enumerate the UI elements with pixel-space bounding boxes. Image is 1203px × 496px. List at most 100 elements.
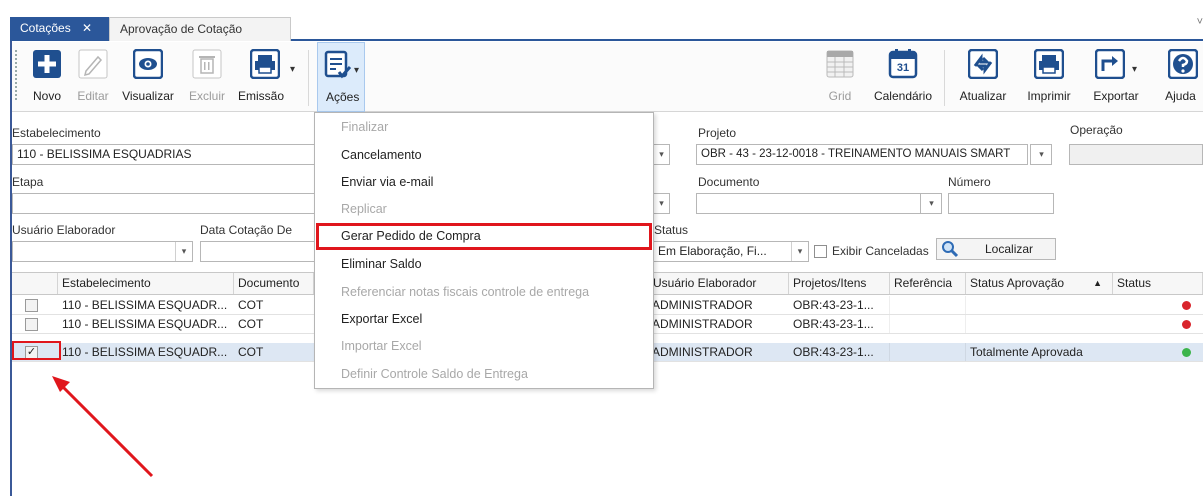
- header-referencia[interactable]: Referência: [890, 273, 966, 294]
- atualizar-button[interactable]: Atualizar: [950, 42, 1016, 112]
- close-icon[interactable]: ✕: [82, 21, 92, 35]
- localizar-button[interactable]: Localizar: [936, 238, 1056, 260]
- export-icon: [1094, 47, 1126, 81]
- usuario-elaborador-label: Usuário Elaborador: [12, 223, 116, 237]
- grid-label: Grid: [828, 89, 852, 103]
- calendario-button[interactable]: 31 Calendário: [870, 42, 936, 112]
- chevron-down-icon[interactable]: ˅: [1197, 16, 1203, 28]
- etapa-field[interactable]: [12, 193, 322, 214]
- calendario-label: Calendário: [873, 89, 933, 103]
- eye-icon: [132, 47, 164, 81]
- menu-item-importar-excel[interactable]: Importar Excel: [315, 333, 653, 360]
- projeto-dropdown[interactable]: ▾: [1030, 144, 1052, 165]
- exibir-canceladas-label: Exibir Canceladas: [832, 244, 929, 258]
- header-status[interactable]: Status: [1113, 273, 1203, 294]
- etapa-dropdown[interactable]: ▾: [652, 193, 670, 214]
- acoes-dropdown-icon: ▾: [354, 65, 360, 76]
- header-documento[interactable]: Documento: [234, 273, 314, 294]
- header-estabelecimento[interactable]: Estabelecimento: [58, 273, 234, 294]
- ajuda-label: Ajuda: [1165, 89, 1196, 103]
- menu-item-gerar-pedido-compra[interactable]: Gerar Pedido de Compra: [316, 223, 652, 250]
- header-projetos-itens[interactable]: Projetos/Itens: [789, 273, 890, 294]
- refresh-icon: [967, 47, 999, 81]
- data-cotacao-field[interactable]: [200, 241, 320, 262]
- documento-dropdown[interactable]: ▾: [920, 193, 942, 214]
- tab-cotacoes[interactable]: Cotações ✕: [10, 17, 109, 41]
- tab-bar: Cotações ✕ Aprovação de Cotação ˅: [10, 10, 1203, 41]
- menu-item-finalizar[interactable]: Finalizar: [315, 114, 653, 141]
- menu-item-cancelamento[interactable]: Cancelamento: [315, 142, 653, 169]
- novo-button[interactable]: Novo: [26, 42, 68, 112]
- estabelecimento-field[interactable]: 110 - BELISSIMA ESQUADRIAS: [12, 144, 322, 165]
- cell-documento: COT: [238, 317, 264, 331]
- imprimir-label: Imprimir: [1027, 89, 1071, 103]
- status-label: Status: [654, 223, 689, 237]
- exportar-button[interactable]: ▾ Exportar: [1082, 42, 1150, 112]
- row-checkbox[interactable]: [25, 299, 38, 312]
- cell-status-aprovacao: Totalmente Aprovada: [970, 345, 1083, 359]
- tab-aprovacao-label: Aprovação de Cotação: [120, 22, 243, 36]
- emissao-button[interactable]: ▾ Emissão: [234, 42, 296, 112]
- toolbar-separator: [308, 50, 309, 106]
- status-aprovacao-header-label: Status Aprovação: [970, 276, 1065, 290]
- grid-button[interactable]: Grid: [820, 42, 860, 112]
- checklist-icon: [322, 48, 354, 82]
- printer-icon: [249, 47, 281, 81]
- chevron-down-icon: ▾: [1033, 145, 1050, 164]
- localizar-label: Localizar: [985, 242, 1034, 256]
- exibir-canceladas-checkbox[interactable]: [814, 245, 827, 258]
- chevron-down-icon: ▾: [791, 242, 808, 261]
- menu-item-definir-controle-saldo[interactable]: Definir Controle Saldo de Entrega: [315, 361, 653, 388]
- projeto-field[interactable]: OBR - 43 - 23-12-0018 - TREINAMENTO MANU…: [696, 144, 1028, 165]
- calendar-icon: 31: [887, 47, 919, 81]
- cell-referencia: [890, 343, 966, 361]
- printer-icon: [1033, 47, 1065, 81]
- add-icon: [31, 47, 63, 81]
- acoes-dropdown-menu: Finalizar Cancelamento Enviar via e-mail…: [314, 112, 654, 389]
- header-usuario-elaborador[interactable]: Usuário Elaborador: [648, 273, 789, 294]
- emissao-dropdown-icon: ▾: [290, 64, 296, 75]
- status-indicator: [1182, 320, 1191, 329]
- tab-cotacoes-label: Cotações: [20, 21, 71, 35]
- menu-item-exportar-excel[interactable]: Exportar Excel: [315, 306, 653, 333]
- estabelecimento-dropdown[interactable]: ▾: [652, 144, 670, 165]
- numero-label: Número: [948, 175, 991, 189]
- operacao-field[interactable]: [1069, 144, 1203, 165]
- visualizar-button[interactable]: Visualizar: [116, 42, 180, 112]
- status-field[interactable]: Em Elaboração, Fi... ▾: [653, 241, 809, 262]
- header-status-aprovacao[interactable]: Status Aprovação ▲: [966, 273, 1113, 294]
- documento-field[interactable]: [696, 193, 942, 214]
- cell-projetos: OBR:43-23-1...: [789, 296, 890, 314]
- excluir-button[interactable]: Excluir: [184, 42, 230, 112]
- search-icon: [941, 240, 959, 258]
- menu-item-enviar-email[interactable]: Enviar via e-mail: [315, 169, 653, 196]
- acoes-button[interactable]: ▾ Ações: [317, 42, 365, 112]
- cell-documento: COT: [238, 298, 264, 312]
- ajuda-button[interactable]: Ajuda: [1158, 42, 1203, 112]
- row-checkbox[interactable]: [25, 318, 38, 331]
- editar-button[interactable]: Editar: [72, 42, 114, 112]
- cell-referencia: [890, 296, 966, 314]
- menu-item-replicar[interactable]: Replicar: [315, 196, 653, 223]
- toolbar-grip[interactable]: [15, 50, 19, 100]
- numero-field[interactable]: [948, 193, 1054, 214]
- etapa-label: Etapa: [12, 175, 44, 189]
- cell-status-aprovacao: [966, 315, 1113, 333]
- atualizar-label: Atualizar: [959, 89, 1007, 103]
- chevron-down-icon: ▾: [175, 242, 192, 261]
- cell-usuario: ADMINISTRADOR: [652, 345, 753, 359]
- acoes-label: Ações: [326, 90, 360, 104]
- pencil-icon: [77, 47, 109, 81]
- chevron-down-icon: ▾: [923, 194, 940, 213]
- cell-usuario: ADMINISTRADOR: [652, 317, 753, 331]
- calendar-day: 31: [896, 62, 910, 74]
- data-cotacao-label: Data Cotação De: [200, 223, 293, 237]
- menu-item-referenciar-notas[interactable]: Referenciar notas fiscais controle de en…: [315, 279, 653, 306]
- tab-aprovacao-cotacao[interactable]: Aprovação de Cotação: [109, 17, 291, 41]
- cell-projetos: OBR:43-23-1...: [789, 315, 890, 333]
- visualizar-label: Visualizar: [122, 89, 174, 103]
- usuario-elaborador-field[interactable]: ▾: [12, 241, 193, 262]
- cell-estabelecimento: 110 - BELISSIMA ESQUADR...: [62, 298, 228, 312]
- imprimir-button[interactable]: Imprimir: [1018, 42, 1080, 112]
- menu-item-eliminar-saldo[interactable]: Eliminar Saldo: [315, 251, 653, 278]
